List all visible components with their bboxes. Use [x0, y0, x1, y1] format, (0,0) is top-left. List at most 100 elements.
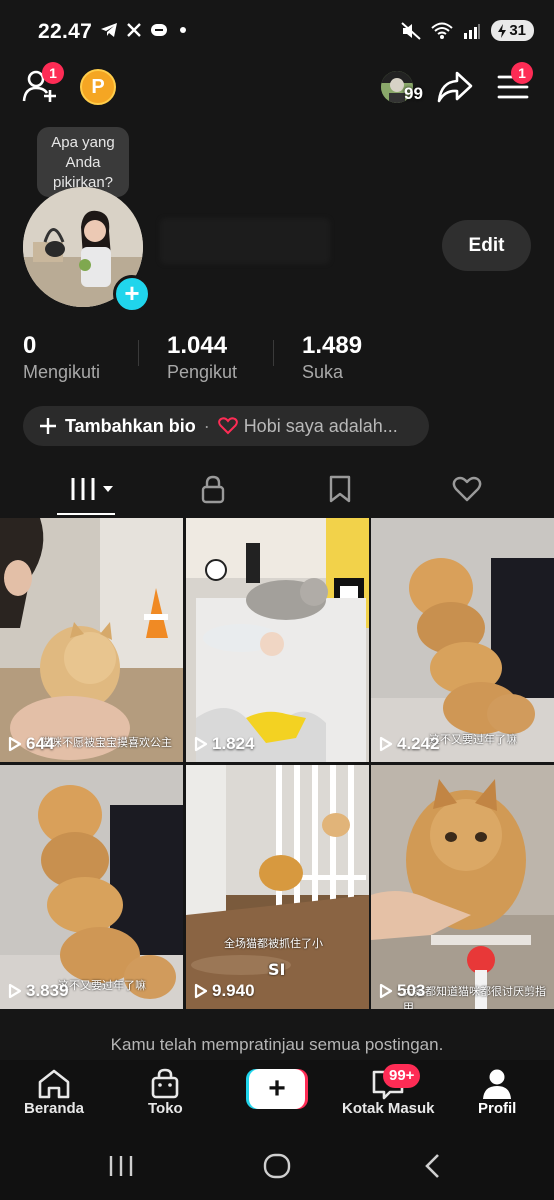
- recent-apps-icon[interactable]: [108, 1154, 134, 1178]
- video-thumbnail[interactable]: 猫咪不愿被宝宝摸喜欢公主 644: [0, 518, 183, 762]
- chat-icon: [151, 24, 167, 36]
- home-icon: [38, 1069, 70, 1099]
- share-profile-button[interactable]: [437, 70, 473, 109]
- tab-private[interactable]: [200, 474, 226, 509]
- video-preview-image: [371, 765, 554, 1009]
- telegram-icon: [101, 23, 117, 37]
- video-view-count: 9.940: [212, 981, 255, 1000]
- video-views: 4.242: [379, 734, 440, 754]
- battery-level: 31: [509, 22, 526, 39]
- bio-hint: Hobi saya adalah...: [243, 415, 398, 436]
- nav-shop-label: Toko: [148, 1100, 183, 1117]
- share-icon: [437, 71, 473, 103]
- status-system-icons: 31: [401, 20, 534, 41]
- add-bio-label: Tambahkan bio: [65, 415, 196, 436]
- bottom-navigation: Beranda Toko + Kotak Masuk 99+ Profil: [0, 1060, 554, 1132]
- video-caption: 大家都知道猫咪都很讨厌剪指甲: [403, 985, 546, 1009]
- battery-indicator: 31: [491, 20, 534, 41]
- menu-badge: 1: [511, 62, 533, 84]
- video-preview-image: [0, 765, 183, 1009]
- stat-followers-value: 1.044: [167, 332, 228, 359]
- mute-icon: [401, 21, 421, 40]
- edit-profile-button[interactable]: Edit: [442, 220, 531, 271]
- coins-button[interactable]: P: [80, 69, 116, 105]
- video-views: 644: [8, 734, 54, 754]
- active-tab-indicator: [57, 513, 115, 515]
- signal-icon: [464, 23, 481, 39]
- bookmark-icon: [329, 475, 351, 503]
- video-caption-secondary: SI: [268, 960, 286, 979]
- plus-icon: [40, 418, 56, 434]
- wifi-icon: [431, 22, 453, 39]
- nav-profile-label: Profil: [478, 1100, 517, 1117]
- nav-shop[interactable]: Toko: [148, 1068, 183, 1117]
- add-story-button[interactable]: +: [113, 275, 151, 313]
- create-post-button[interactable]: +: [246, 1069, 308, 1109]
- add-bio-button[interactable]: Tambahkan bio · Hobi saya adalah...: [23, 406, 429, 446]
- shopping-bag-icon: [152, 1068, 179, 1099]
- video-views: 503: [379, 981, 425, 1001]
- bio-separator: ·: [203, 415, 210, 436]
- video-thumbnail[interactable]: 这不又要过年了嘛 4.242: [371, 518, 554, 762]
- caret-down-icon: [103, 486, 113, 492]
- stat-followers[interactable]: 1.044 Pengikut: [167, 332, 237, 383]
- video-thumbnail[interactable]: 大家都知道猫咪都很讨厌剪指甲 503: [371, 765, 554, 1009]
- heart-outline-icon: [452, 476, 482, 502]
- back-icon[interactable]: [423, 1153, 441, 1179]
- stat-following-value: 0: [23, 332, 37, 359]
- video-preview-image: [186, 518, 369, 762]
- x-icon: [127, 23, 141, 37]
- play-icon: [194, 983, 208, 999]
- status-bar: 22.47 31: [0, 0, 554, 62]
- stat-following-label: Mengikuti: [23, 362, 101, 382]
- tab-liked[interactable]: [452, 476, 482, 507]
- video-view-count: 503: [397, 981, 426, 1000]
- stat-divider: [138, 340, 139, 366]
- nav-home-label: Beranda: [24, 1100, 85, 1117]
- system-navigation-bar: [0, 1132, 554, 1200]
- play-icon: [194, 736, 208, 752]
- grid-bars-icon: [71, 478, 95, 500]
- play-icon: [379, 736, 393, 752]
- all-posts-viewed-note: Kamu telah mempratinjau semua postingan.: [110, 1035, 444, 1054]
- nav-profile[interactable]: Profil: [478, 1068, 516, 1117]
- video-view-count: 644: [26, 734, 55, 753]
- heart-icon: [217, 417, 238, 435]
- stat-following[interactable]: 0 Mengikuti: [23, 332, 100, 383]
- tab-videos[interactable]: [70, 476, 114, 502]
- play-icon: [379, 983, 393, 999]
- stat-likes[interactable]: 1.489 Suka: [302, 332, 362, 383]
- video-views: 9.940: [194, 981, 255, 1001]
- video-view-count: 1.824: [212, 734, 255, 753]
- stat-followers-label: Pengikut: [167, 362, 238, 382]
- video-caption: 全场猫都被抓住了小: [224, 937, 323, 950]
- video-caption: 这不又要过年了嘛: [429, 733, 517, 746]
- profile-icon: [483, 1069, 512, 1099]
- nav-home[interactable]: Beranda: [24, 1068, 84, 1117]
- video-thumbnail[interactable]: 1.824: [186, 518, 369, 762]
- video-caption: 猫咪不愿被宝宝摸喜欢公主: [40, 736, 172, 749]
- play-icon: [8, 983, 22, 999]
- plus-icon: +: [124, 278, 140, 308]
- nav-inbox-label: Kotak Masuk: [342, 1100, 435, 1117]
- video-thumbnail[interactable]: 这不又要过年了嘛 3.839: [0, 765, 183, 1009]
- video-caption: 这不又要过年了嘛: [58, 979, 146, 992]
- video-view-count: 3.839: [26, 981, 69, 1000]
- plus-icon: +: [249, 1069, 305, 1109]
- video-thumbnail[interactable]: 全场猫都被抓住了小 SI 9.940: [186, 765, 369, 1009]
- play-icon: [8, 736, 22, 752]
- username-redacted: [160, 218, 330, 264]
- more-dot-icon: [180, 27, 186, 33]
- status-notification-icons: [100, 22, 186, 38]
- lock-icon: [201, 475, 225, 504]
- tab-saved[interactable]: [328, 475, 352, 508]
- charging-icon: [498, 23, 507, 38]
- status-time: 22.47: [38, 20, 93, 43]
- video-preview-image: [0, 518, 183, 762]
- video-view-count: 4.242: [397, 734, 440, 753]
- stat-likes-label: Suka: [302, 362, 344, 382]
- video-preview-image: [371, 518, 554, 762]
- video-views: 1.824: [194, 734, 255, 754]
- add-friends-badge: 1: [42, 62, 64, 84]
- home-circle-icon[interactable]: [263, 1153, 291, 1179]
